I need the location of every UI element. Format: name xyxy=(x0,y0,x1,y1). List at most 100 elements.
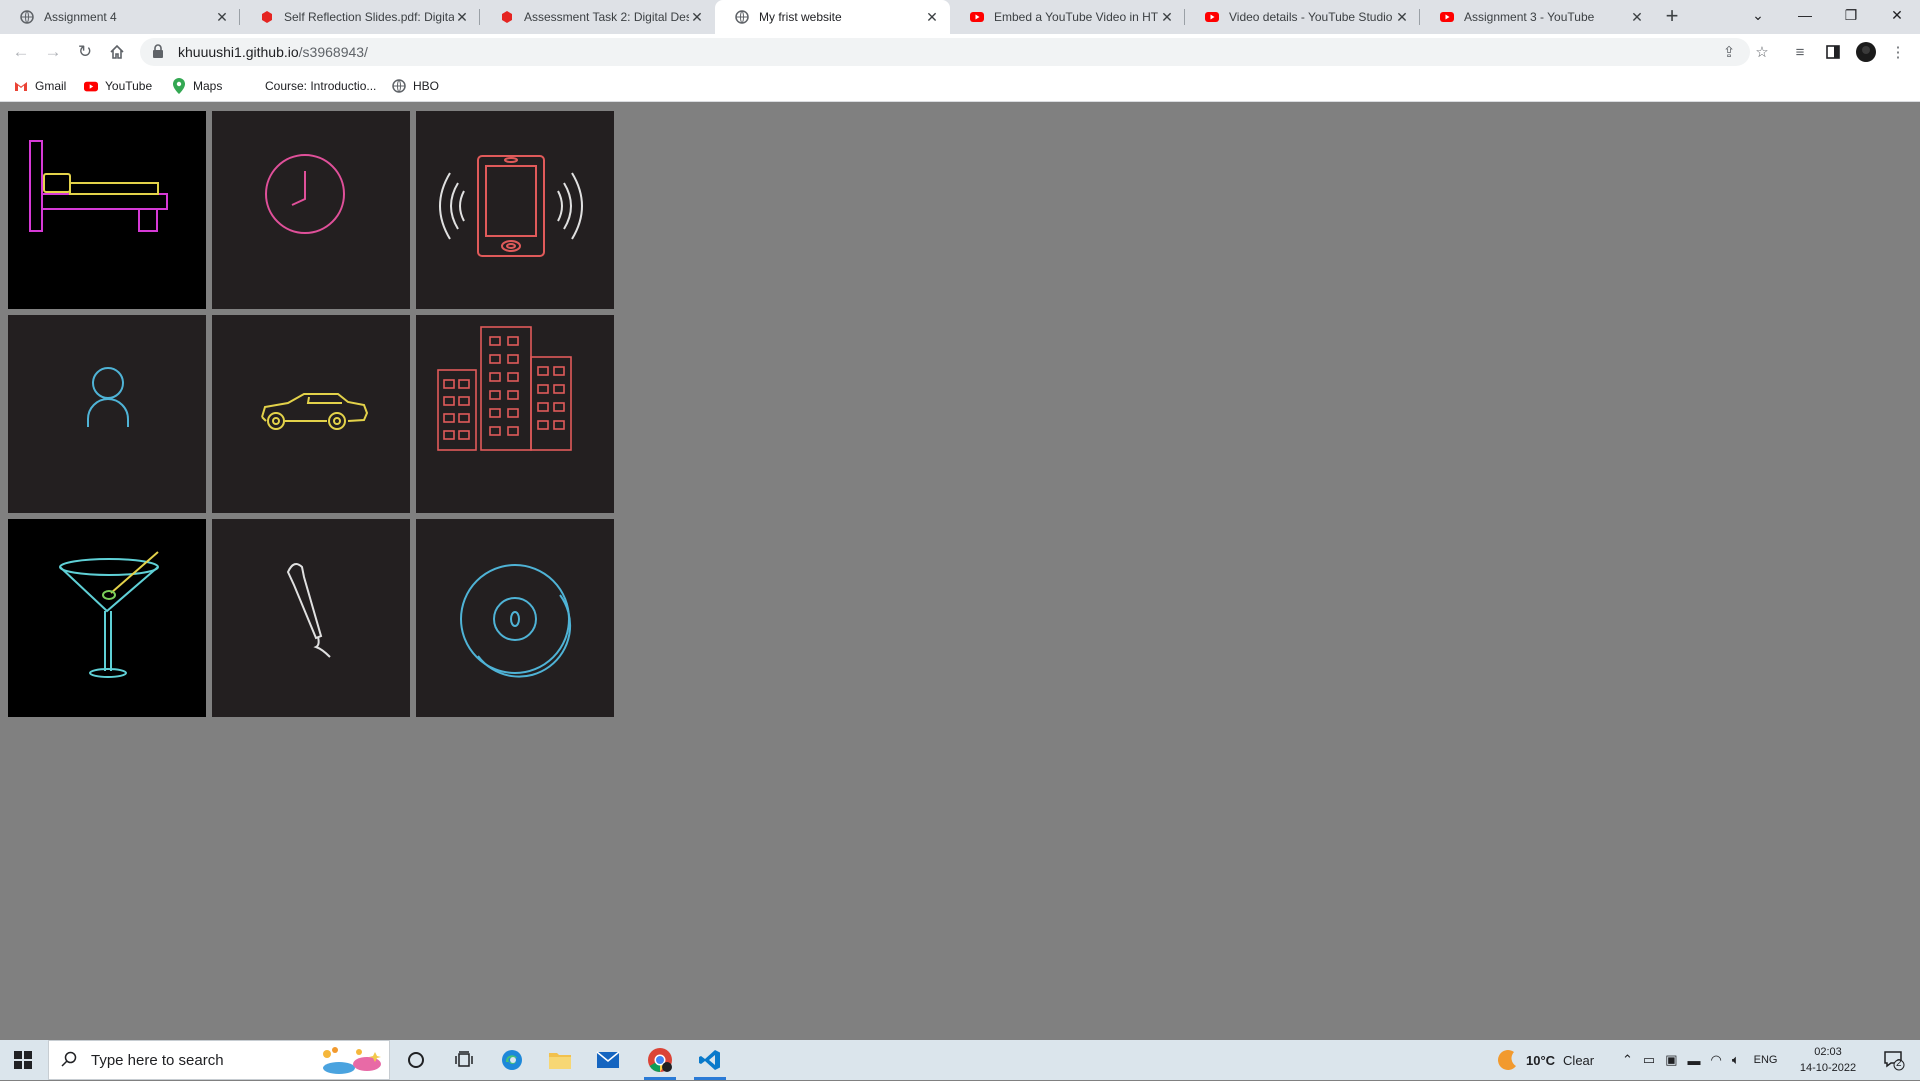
forward-button[interactable]: → xyxy=(41,40,65,64)
new-tab-button[interactable]: + xyxy=(1660,5,1684,29)
vscode-app-button[interactable] xyxy=(686,1040,734,1080)
volume-icon[interactable]: 🔈︎ xyxy=(1732,1052,1740,1068)
bookmark-youtube[interactable]: YouTube xyxy=(84,76,152,96)
tab-assignment-3-youtube[interactable]: Assignment 3 - YouTube ✕ xyxy=(1420,0,1655,34)
windows-logo-icon xyxy=(14,1051,32,1069)
tile-buildings[interactable] xyxy=(416,315,614,513)
task-view-button[interactable] xyxy=(440,1040,488,1080)
browser-toolbar: ← → ↻ khuuushi1.github.io/s3968943/ ⇪ ☆ … xyxy=(0,34,1920,70)
share-icon[interactable]: ⇪ xyxy=(1717,40,1741,64)
vscode-icon xyxy=(699,1050,720,1070)
bookmark-course[interactable]: Course: Introductio... xyxy=(265,76,376,96)
globe-icon xyxy=(392,79,406,93)
close-tab-icon[interactable]: ✕ xyxy=(924,9,940,26)
tile-phone[interactable] xyxy=(416,111,614,309)
edge-icon xyxy=(502,1050,522,1070)
file-explorer-button[interactable] xyxy=(536,1040,584,1080)
tile-bed[interactable] xyxy=(8,111,206,309)
system-tray: ⌃ ▭ ▣ ▬ ◠ 🔈︎ ENG xyxy=(1622,1040,1778,1080)
display-icon[interactable]: ▣ xyxy=(1665,1052,1677,1068)
close-tab-icon[interactable]: ✕ xyxy=(214,9,230,26)
bookmark-star-icon[interactable]: ☆ xyxy=(1750,40,1774,64)
edge-app-button[interactable] xyxy=(488,1040,536,1080)
person-icon xyxy=(87,367,129,427)
bookmark-gmail[interactable]: Gmail xyxy=(14,76,66,96)
mail-app-button[interactable] xyxy=(584,1040,632,1080)
battery-icon[interactable]: ▬ xyxy=(1688,1053,1701,1068)
weather-condition: Clear xyxy=(1563,1052,1595,1068)
tab-self-reflection-slides[interactable]: Self Reflection Slides.pdf: Digital ✕ xyxy=(240,0,480,34)
back-button[interactable]: ← xyxy=(9,40,33,64)
microphone-icon xyxy=(286,562,331,658)
close-window-button[interactable]: ✕ xyxy=(1874,0,1920,30)
tile-microphone[interactable] xyxy=(212,519,410,717)
moon-icon xyxy=(1498,1050,1516,1070)
tile-car[interactable] xyxy=(212,315,410,513)
youtube-icon xyxy=(1205,10,1219,24)
cortana-circle-icon xyxy=(408,1052,424,1068)
tile-cocktail[interactable] xyxy=(8,519,206,717)
minimize-button[interactable]: — xyxy=(1782,0,1828,30)
bookmark-maps[interactable]: Maps xyxy=(172,76,222,96)
weather-temp: 10°C xyxy=(1526,1052,1556,1068)
side-panel-icon[interactable] xyxy=(1821,40,1845,64)
url-host: khuuushi1.github.io xyxy=(178,44,299,60)
chevron-up-icon[interactable]: ⌃ xyxy=(1622,1052,1633,1068)
car-icon xyxy=(261,393,369,430)
language-indicator[interactable]: ENG xyxy=(1754,1054,1778,1066)
bookmark-hbo[interactable]: HBO xyxy=(392,76,439,96)
profile-avatar[interactable] xyxy=(1854,40,1878,64)
close-tab-icon[interactable]: ✕ xyxy=(1629,9,1645,26)
task-view-icon xyxy=(455,1051,473,1067)
home-button[interactable] xyxy=(105,40,129,64)
reading-list-icon[interactable]: ≡ xyxy=(1788,40,1812,64)
menu-kebab-icon[interactable]: ⋮ xyxy=(1886,40,1910,64)
tab-title: Assessment Task 2: Digital Desig xyxy=(524,10,689,24)
taskbar-clock[interactable]: 02:03 14-10-2022 xyxy=(1796,1044,1860,1076)
maps-pin-icon xyxy=(172,78,186,94)
start-button[interactable] xyxy=(0,1040,46,1080)
chrome-app-button[interactable] xyxy=(636,1040,684,1080)
bookmark-label: HBO xyxy=(413,79,440,93)
bookmark-label: YouTube xyxy=(105,79,153,93)
home-icon xyxy=(110,44,124,59)
search-placeholder: Type here to search xyxy=(91,1051,224,1069)
wifi-icon[interactable]: ◠ xyxy=(1711,1052,1722,1068)
tab-video-details[interactable]: Video details - YouTube Studio ✕ xyxy=(1185,0,1420,34)
folder-icon xyxy=(549,1053,571,1069)
close-tab-icon[interactable]: ✕ xyxy=(689,9,705,26)
notification-center-button[interactable]: 2 xyxy=(1874,1040,1914,1080)
cocktail-icon xyxy=(59,551,159,678)
tile-vinyl[interactable] xyxy=(416,519,614,717)
close-tab-icon[interactable]: ✕ xyxy=(1159,9,1175,26)
tile-clock[interactable] xyxy=(212,111,410,309)
tab-title: Assignment 3 - YouTube xyxy=(1464,10,1595,24)
search-highlight-icon xyxy=(313,1044,385,1081)
youtube-icon xyxy=(84,79,98,93)
meet-now-icon[interactable]: ▭ xyxy=(1643,1052,1655,1068)
address-bar[interactable]: khuuushi1.github.io/s3968943/ xyxy=(140,38,1750,66)
phone-ringing-icon xyxy=(439,155,583,257)
notification-count: 2 xyxy=(1896,1058,1902,1069)
restore-button[interactable]: ❐ xyxy=(1828,0,1874,30)
page-content xyxy=(0,102,1920,1040)
youtube-icon xyxy=(1440,10,1454,24)
tab-my-frist-website[interactable]: My frist website ✕ xyxy=(715,0,950,34)
mail-icon xyxy=(596,1051,620,1068)
globe-icon xyxy=(20,10,34,24)
taskbar-search-box[interactable]: Type here to search xyxy=(48,1040,390,1080)
tab-assessment-task-2[interactable]: Assessment Task 2: Digital Desig ✕ xyxy=(480,0,715,34)
close-tab-icon[interactable]: ✕ xyxy=(454,9,470,26)
close-tab-icon[interactable]: ✕ xyxy=(1394,9,1410,26)
clock-icon xyxy=(265,154,345,234)
tab-assignment-4[interactable]: Assignment 4 ✕ xyxy=(0,0,240,34)
reload-button[interactable]: ↻ xyxy=(73,40,97,64)
tab-embed-youtube[interactable]: Embed a YouTube Video in HTM ✕ xyxy=(950,0,1185,34)
tile-person[interactable] xyxy=(8,315,206,513)
tab-title: My frist website xyxy=(759,10,842,24)
weather-widget[interactable]: 10°C Clear xyxy=(1496,1040,1594,1080)
youtube-icon xyxy=(970,10,984,24)
pdf-red-icon xyxy=(500,10,514,24)
cortana-button[interactable] xyxy=(392,1040,440,1080)
tab-search-chevron-icon[interactable]: ⌄ xyxy=(1735,0,1781,30)
